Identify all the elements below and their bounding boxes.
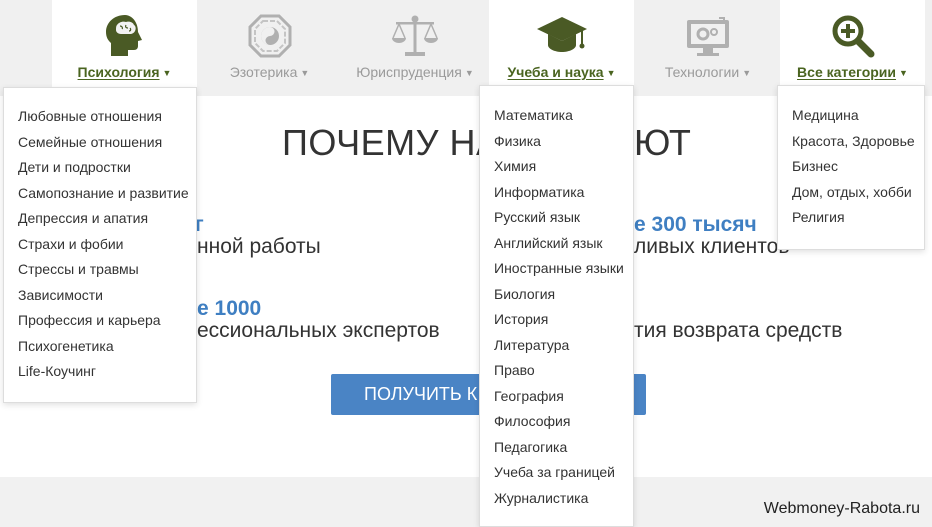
dropdown-study-item[interactable]: Английский язык [494, 231, 633, 257]
dropdown-psychology-item[interactable]: Самопознание и развитие [18, 181, 196, 207]
dropdown-study-item[interactable]: Философия [494, 409, 633, 435]
category-navbar: Психология ▼ Эзотерика ▼ Юриспруденция ▼… [0, 0, 932, 96]
head-brain-icon [103, 10, 147, 62]
bagua-icon [248, 10, 292, 62]
stat-text-3: ессиональных экспертов [197, 319, 440, 342]
dropdown-study-item[interactable]: Право [494, 358, 633, 384]
nav-item-all-categories[interactable]: Все категории ▼ [780, 0, 925, 96]
dropdown-psychology-item[interactable]: Стрессы и травмы [18, 257, 196, 283]
scales-icon [390, 10, 440, 62]
dropdown-psychology-item[interactable]: Зависимости [18, 283, 196, 309]
graduation-cap-icon [536, 10, 588, 62]
dropdown-study-item[interactable]: Математика [494, 103, 633, 129]
stat-text-1: нной работы [197, 235, 321, 258]
dropdown-study-item[interactable]: Физика [494, 129, 633, 155]
chevron-down-icon: ▼ [606, 68, 616, 78]
dropdown-psychology: Любовные отношения Семейные отношения Дети… [3, 87, 197, 403]
dropdown-psychology-item[interactable]: Профессия и карьера [18, 308, 196, 334]
nav-item-psychology[interactable]: Психология ▼ [52, 0, 197, 96]
nav-item-esoterics[interactable]: Эзотерика ▼ [207, 0, 332, 96]
monitor-gear-icon [685, 10, 731, 62]
dropdown-psychology-item[interactable]: Семейные отношения [18, 130, 196, 156]
dropdown-all-categories-item[interactable]: Религия [792, 205, 924, 231]
magnifier-plus-icon [830, 10, 876, 62]
dropdown-all-categories-item[interactable]: Красота, Здоровье [792, 129, 924, 155]
dropdown-psychology-item[interactable]: Страхи и фобии [18, 232, 196, 258]
dropdown-study-item[interactable]: Информатика [494, 180, 633, 206]
dropdown-all-categories-item[interactable]: Дом, отдых, хобби [792, 180, 924, 206]
dropdown-all-categories-item[interactable]: Медицина [792, 103, 924, 129]
chevron-down-icon: ▼ [300, 68, 310, 78]
dropdown-psychology-item[interactable]: Любовные отношения [18, 104, 196, 130]
page-headline-left: ПОЧЕМУ НА [282, 122, 501, 163]
stat-value-2: е 300 тысяч [634, 213, 757, 236]
dropdown-study-item[interactable]: География [494, 384, 633, 410]
dropdown-study: Математика Физика Химия Информатика Русский … [479, 85, 634, 527]
dropdown-study-item[interactable]: Биология [494, 282, 633, 308]
dropdown-study-item[interactable]: Литература [494, 333, 633, 359]
dropdown-psychology-item[interactable]: Дети и подростки [18, 155, 196, 181]
dropdown-study-item[interactable]: Иностранные языки [494, 256, 633, 282]
stat-text-4: тия возврата средств [634, 319, 843, 342]
dropdown-study-item[interactable]: Русский язык [494, 205, 633, 231]
stat-text-2: ливых клиентов [634, 235, 790, 258]
stat-value-3: е 1000 [197, 297, 262, 320]
dropdown-all-categories: Медицина Красота, Здоровье Бизнес Дом, отды… [777, 85, 925, 250]
dropdown-psychology-item[interactable]: Психогенетика [18, 334, 196, 360]
dropdown-study-item[interactable]: Педагогика [494, 435, 633, 461]
dropdown-psychology-item[interactable]: Депрессия и апатия [18, 206, 196, 232]
nav-item-law[interactable]: Юриспруденция ▼ [345, 0, 485, 96]
chevron-down-icon: ▼ [899, 68, 908, 78]
dropdown-study-item[interactable]: Журналистика [494, 486, 633, 512]
dropdown-study-item[interactable]: Учеба за границей [494, 460, 633, 486]
page-headline-right: ЮТ [634, 122, 692, 163]
nav-item-technologies[interactable]: Технологии ▼ [648, 0, 768, 96]
dropdown-study-item[interactable]: Химия [494, 154, 633, 180]
dropdown-all-categories-item[interactable]: Бизнес [792, 154, 924, 180]
chevron-down-icon: ▼ [464, 68, 474, 78]
chevron-down-icon: ▼ [742, 68, 752, 78]
nav-item-study[interactable]: Учеба и наука ▼ [489, 0, 634, 96]
dropdown-study-item[interactable]: История [494, 307, 633, 333]
watermark: Webmoney-Rabota.ru [763, 500, 920, 517]
dropdown-psychology-item[interactable]: Life-Коучинг [18, 359, 196, 385]
chevron-down-icon: ▼ [162, 68, 172, 78]
